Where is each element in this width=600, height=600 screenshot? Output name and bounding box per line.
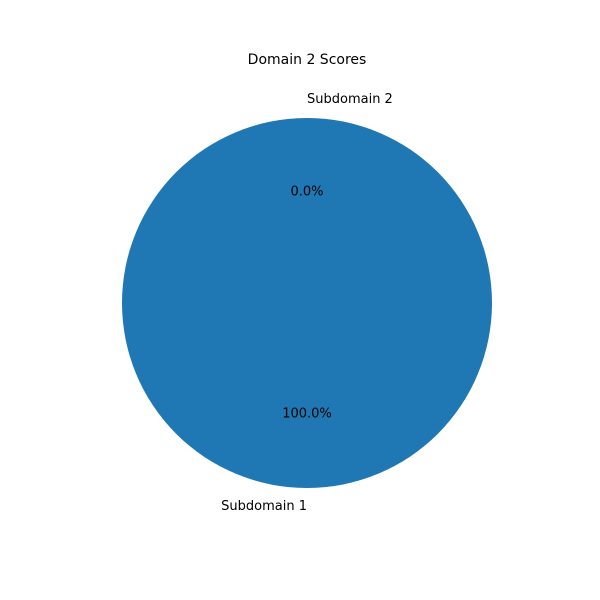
pie-chart-svg: Domain 2 Scores Subdomain 1 100.0% Subdoma… (122, 52, 492, 514)
slice-label-subdomain-2: Subdomain 2 (307, 92, 393, 107)
chart-title: Domain 2 Scores (248, 52, 367, 68)
percent-label-subdomain-1: 100.0% (282, 407, 332, 422)
pie-slices (122, 118, 492, 488)
percent-label-subdomain-2: 0.0% (290, 185, 323, 200)
slice-label-subdomain-1: Subdomain 1 (221, 499, 307, 514)
pie-chart-figure: Domain 2 Scores Subdomain 1 100.0% Subdoma… (0, 0, 600, 600)
pie-slice-subdomain-1 (122, 118, 492, 488)
